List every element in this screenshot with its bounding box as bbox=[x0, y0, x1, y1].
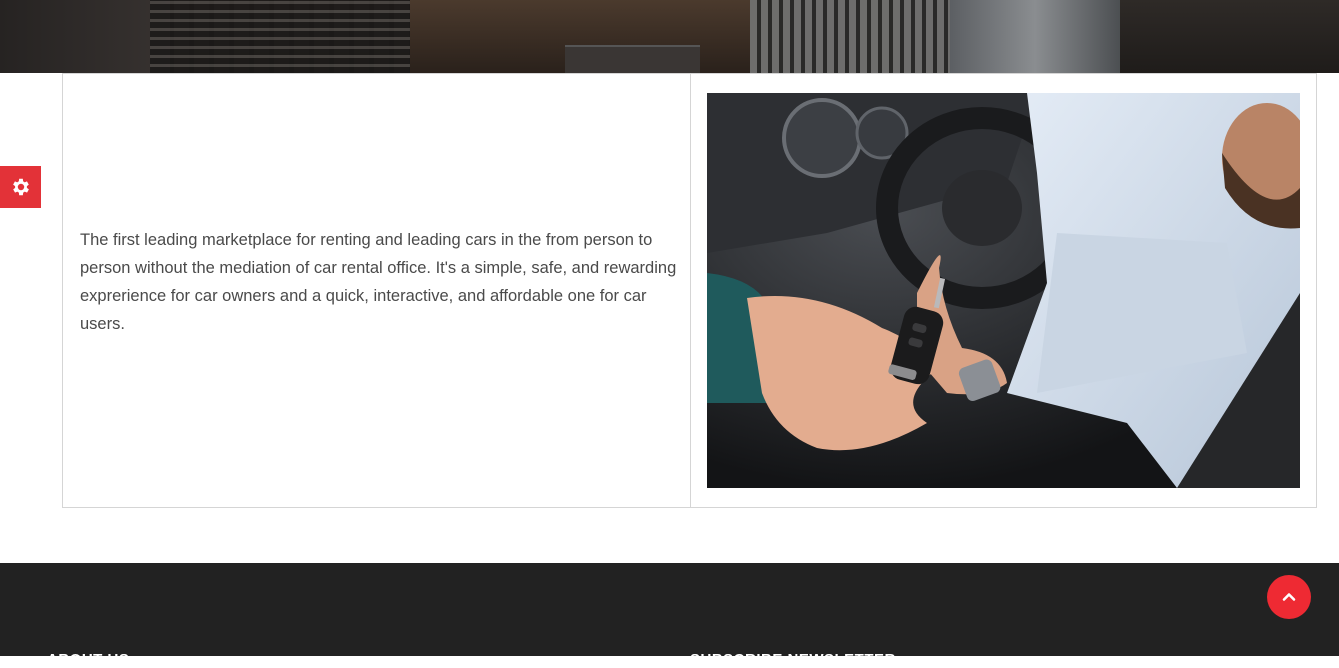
footer-about-heading: ABOUT US bbox=[47, 651, 130, 668]
scroll-to-top-button[interactable] bbox=[1267, 575, 1311, 619]
hero-building bbox=[0, 0, 170, 73]
hero-banner bbox=[0, 0, 1339, 73]
car-key-handover-image bbox=[707, 93, 1300, 488]
chevron-up-icon bbox=[1282, 593, 1296, 601]
intro-paragraph: The first leading marketplace for rentin… bbox=[80, 231, 677, 333]
hero-building bbox=[750, 0, 950, 73]
photo-illustration bbox=[707, 93, 1300, 488]
footer: ABOUT US SUBSCRIBE NEWSLETTER bbox=[0, 563, 1339, 668]
hero-building bbox=[150, 0, 410, 73]
hero-building bbox=[565, 45, 700, 73]
gear-icon bbox=[12, 178, 29, 196]
intro-section: The first leading marketplace for rentin… bbox=[62, 73, 1317, 508]
settings-toggle-button[interactable] bbox=[0, 166, 41, 208]
footer-newsletter-heading: SUBSCRIBE NEWSLETTER bbox=[690, 651, 896, 668]
hero-building bbox=[1120, 0, 1339, 73]
hero-building bbox=[950, 0, 1120, 73]
intro-text-column: The first leading marketplace for rentin… bbox=[63, 74, 691, 507]
